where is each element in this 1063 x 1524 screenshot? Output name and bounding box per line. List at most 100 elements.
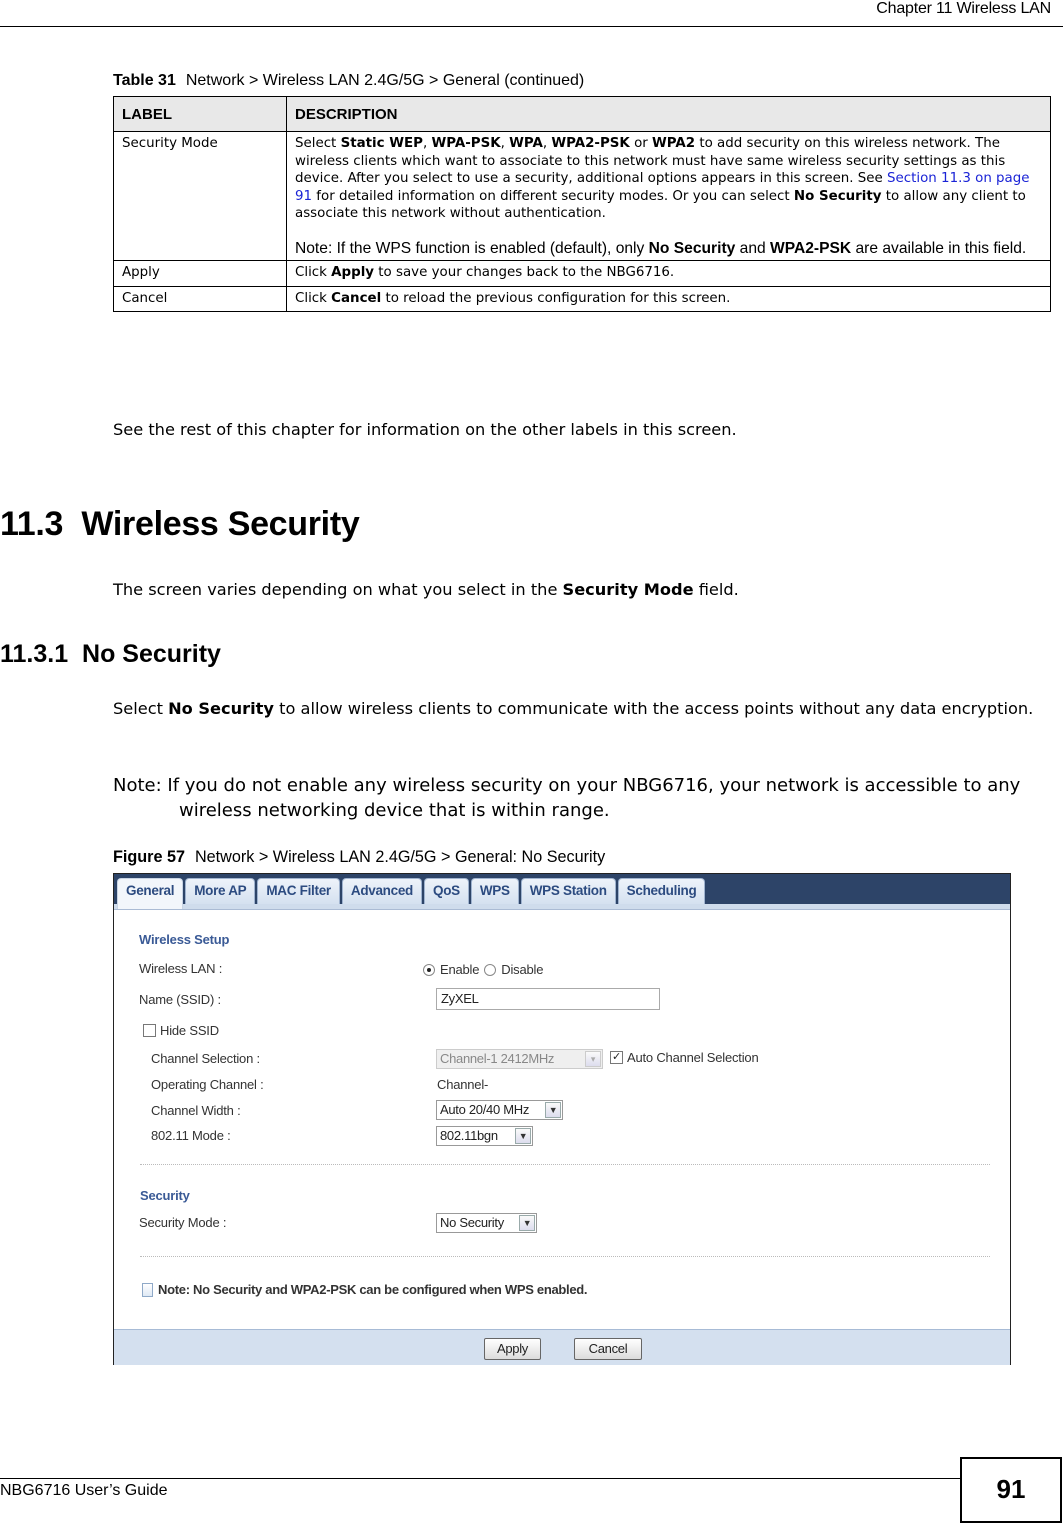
text: Select bbox=[295, 136, 341, 151]
hide-ssid-checkbox[interactable] bbox=[143, 1024, 156, 1037]
table-row: Cancel Click Cancel to reload the previo… bbox=[113, 285, 1051, 313]
table-caption-text: Network > Wireless LAN 2.4G/5G > General… bbox=[185, 72, 585, 89]
text: for detailed information on different se… bbox=[312, 188, 794, 204]
note-icon bbox=[142, 1282, 153, 1297]
row-description: Click Apply to save your changes back to… bbox=[286, 259, 1051, 287]
table-row: Apply Click Apply to save your changes b… bbox=[113, 259, 1051, 287]
figure-caption: Figure 57 Network > Wireless LAN 2.4G/5G … bbox=[113, 848, 605, 867]
bold-term: WPA2-PSK bbox=[770, 239, 852, 257]
bold-term: Cancel bbox=[331, 290, 382, 306]
tab-mac-filter[interactable]: MAC Filter bbox=[257, 878, 340, 904]
text: Click bbox=[295, 290, 332, 306]
bold-term: No Security bbox=[648, 239, 736, 257]
text: or bbox=[629, 136, 653, 151]
auto-channel-row: ✓ Auto Channel Selection bbox=[610, 1050, 759, 1065]
section-heading: 11.3 Wireless Security bbox=[0, 505, 360, 543]
section-divider bbox=[140, 1164, 990, 1165]
text: and bbox=[735, 239, 771, 257]
column-header-description: DESCRIPTION bbox=[286, 96, 1051, 132]
hide-ssid-row: Hide SSID bbox=[143, 1023, 219, 1038]
header-rule bbox=[0, 26, 1063, 27]
security-mode-select[interactable]: No Security ▼ bbox=[436, 1213, 537, 1233]
hide-ssid-label: Hide SSID bbox=[160, 1023, 219, 1038]
figure-caption-number: Figure 57 bbox=[113, 848, 185, 866]
bold-term: WPA2-PSK bbox=[551, 136, 630, 151]
row-description: Select Static WEP, WPA-PSK, WPA, WPA2-PS… bbox=[286, 131, 1051, 261]
tab-wps[interactable]: WPS bbox=[470, 878, 519, 904]
tab-advanced[interactable]: Advanced bbox=[341, 878, 422, 904]
text: Note: If the WPS function is enabled (de… bbox=[295, 239, 649, 257]
text: , bbox=[422, 136, 432, 151]
tab-general[interactable]: General bbox=[117, 878, 184, 909]
security-title: Security bbox=[140, 1188, 190, 1203]
table-caption-number: Table 31 bbox=[113, 72, 176, 89]
wireless-setup-title: Wireless Setup bbox=[139, 932, 230, 947]
bold-term: No Security bbox=[793, 188, 882, 204]
text: , bbox=[500, 136, 510, 151]
bold-term: Security Mode bbox=[562, 580, 694, 599]
disable-radio[interactable] bbox=[484, 963, 497, 976]
enable-radio[interactable] bbox=[423, 963, 435, 976]
channel-selection-select[interactable]: Channel-1 2412MHz ▾ bbox=[436, 1049, 603, 1069]
text: to allow wireless clients to communicate… bbox=[273, 699, 1034, 718]
subsection-note: Note: If you do not enable any wireless … bbox=[113, 775, 1021, 821]
row-label: Cancel bbox=[113, 285, 287, 313]
tab-qos[interactable]: QoS bbox=[424, 878, 469, 904]
figure-caption-text: Network > Wireless LAN 2.4G/5G > General… bbox=[194, 848, 606, 866]
chapter-title: Chapter 11 Wireless LAN bbox=[876, 0, 1051, 17]
cancel-button[interactable]: Cancel bbox=[574, 1338, 642, 1360]
auto-channel-checkbox[interactable]: ✓ bbox=[610, 1051, 623, 1064]
bold-term: Apply bbox=[331, 264, 375, 280]
mode-value: 802.11bgn bbox=[440, 1128, 498, 1143]
page-number: 91 bbox=[960, 1457, 1062, 1523]
table-caption: Table 31 Network > Wireless LAN 2.4G/5G >… bbox=[113, 72, 584, 90]
auto-channel-label: Auto Channel Selection bbox=[627, 1050, 759, 1065]
tab-more-ap[interactable]: More AP bbox=[185, 878, 256, 904]
row-description: Click Cancel to reload the previous conf… bbox=[286, 285, 1051, 313]
apply-button[interactable]: Apply bbox=[484, 1338, 541, 1360]
form-area: Wireless Setup Wireless LAN : Enable Dis… bbox=[114, 910, 1010, 1330]
tab-scheduling[interactable]: Scheduling bbox=[617, 878, 706, 904]
bold-term: WPA-PSK bbox=[431, 136, 501, 151]
wireless-lan-label: Wireless LAN : bbox=[139, 961, 223, 976]
text: Select bbox=[113, 699, 169, 718]
channel-width-select[interactable]: Auto 20/40 MHz ▼ bbox=[436, 1100, 563, 1120]
footer-rule bbox=[0, 1478, 960, 1479]
text: to reload the previous configuration for… bbox=[381, 290, 731, 306]
chevron-down-icon: ▼ bbox=[519, 1215, 535, 1231]
row-label: Apply bbox=[113, 259, 287, 287]
wps-note: Note: If the WPS function is enabled (de… bbox=[295, 239, 1042, 258]
mode-label: 802.11 Mode : bbox=[151, 1128, 231, 1143]
router-config-screenshot: General More AP MAC Filter Advanced QoS … bbox=[113, 873, 1011, 1365]
subsection-body: Select No Security to allow wireless cli… bbox=[113, 697, 1043, 721]
row-label: Security Mode bbox=[113, 131, 287, 261]
ssid-label: Name (SSID) : bbox=[139, 992, 221, 1007]
bold-term: WPA2 bbox=[652, 136, 696, 151]
security-mode-label: Security Mode : bbox=[139, 1215, 227, 1230]
description-table: LABEL DESCRIPTION Security Mode Select S… bbox=[113, 96, 1051, 313]
section-divider bbox=[140, 1256, 990, 1257]
text: to save your changes back to the NBG6716… bbox=[374, 264, 675, 280]
text: are available in this field. bbox=[851, 239, 1027, 257]
channel-width-label: Channel Width : bbox=[151, 1103, 241, 1118]
form-footer: Apply Cancel bbox=[114, 1329, 1010, 1365]
operating-channel-label: Operating Channel : bbox=[151, 1077, 264, 1092]
table-row: Security Mode Select Static WEP, WPA-PSK… bbox=[113, 131, 1051, 261]
security-mode-description: Select Static WEP, WPA-PSK, WPA, WPA2-PS… bbox=[295, 135, 1042, 223]
mode-select[interactable]: 802.11bgn ▼ bbox=[436, 1126, 533, 1146]
tab-wps-station[interactable]: WPS Station bbox=[520, 878, 616, 904]
enable-label: Enable bbox=[440, 962, 480, 977]
bold-term: No Security bbox=[168, 699, 274, 718]
disable-label: Disable bbox=[501, 962, 544, 977]
guide-title: NBG6716 User’s Guide bbox=[0, 1482, 168, 1499]
chevron-down-icon: ▼ bbox=[545, 1102, 561, 1118]
subsection-heading: 11.3.1 No Security bbox=[0, 640, 221, 668]
text: Click bbox=[295, 264, 332, 280]
bold-term: WPA bbox=[509, 136, 543, 151]
bold-term: Static WEP bbox=[340, 136, 423, 151]
ssid-input[interactable]: ZyXEL bbox=[436, 988, 660, 1010]
operating-channel-value: Channel- bbox=[437, 1077, 489, 1092]
column-header-label: LABEL bbox=[113, 96, 287, 132]
chevron-down-icon: ▼ bbox=[515, 1128, 531, 1144]
text: The screen varies depending on what you … bbox=[113, 580, 563, 599]
